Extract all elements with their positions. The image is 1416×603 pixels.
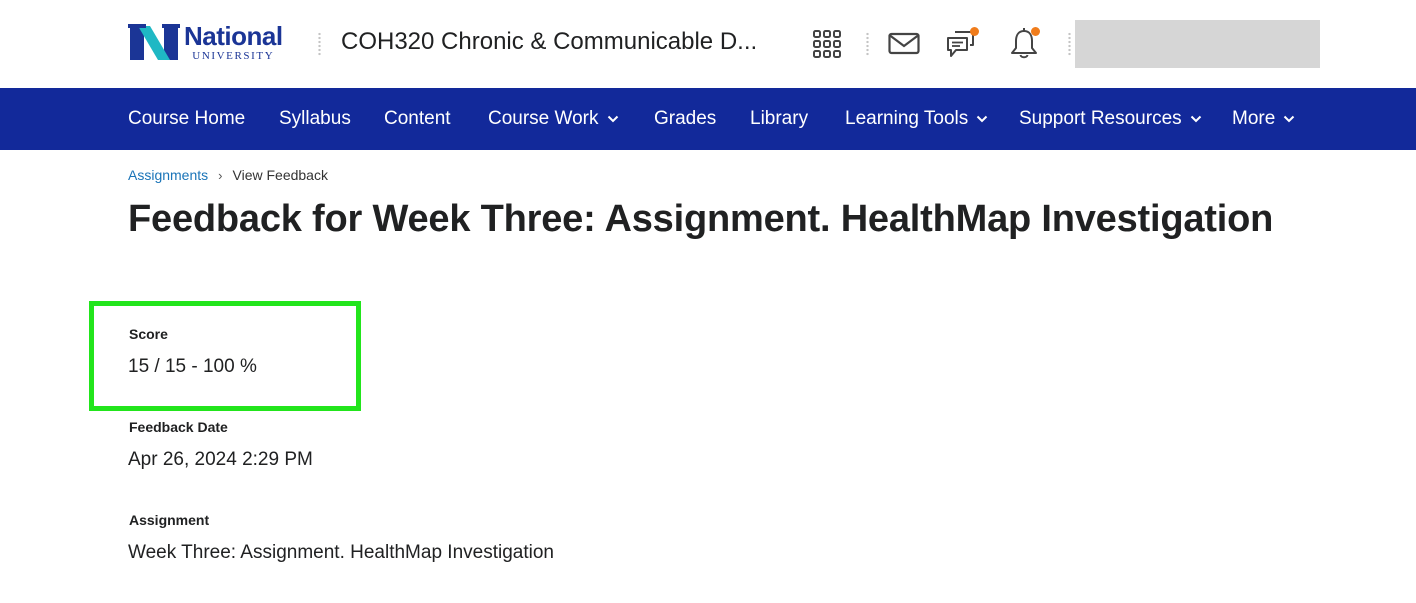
assignment-label: Assignment <box>129 512 210 528</box>
nav-label: More <box>1232 108 1276 129</box>
nav-label: Learning Tools <box>845 108 969 129</box>
logo-n-mark-icon <box>128 22 180 62</box>
notifications-button[interactable] <box>1004 24 1044 64</box>
nav-label: Grades <box>654 108 717 129</box>
breadcrumb-current: View Feedback <box>232 167 328 183</box>
top-header: National UNIVERSITY COH320 Chronic & Com… <box>0 0 1416 88</box>
score-value: 15 / 15 - 100 % <box>128 356 257 377</box>
chat-button[interactable] <box>943 24 983 64</box>
nav-label: Library <box>750 108 809 129</box>
page-title: Feedback for Week Three: Assignment. Hea… <box>128 198 1274 240</box>
nav-syllabus[interactable]: Syllabus <box>279 88 351 150</box>
chevron-down-icon <box>977 115 988 123</box>
course-navbar: Course Home Syllabus Content Course Work… <box>0 88 1416 150</box>
assignment-value: Week Three: Assignment. HealthMap Invest… <box>128 542 554 563</box>
divider <box>318 32 321 56</box>
logo-subtitle: UNIVERSITY <box>192 49 275 62</box>
chat-notification-badge <box>970 27 979 36</box>
course-title[interactable]: COH320 Chronic & Communicable D... <box>341 28 757 56</box>
nav-label: Course Home <box>128 108 246 129</box>
notification-badge <box>1031 27 1040 36</box>
divider <box>866 32 869 56</box>
nav-course-home[interactable]: Course Home <box>128 88 245 150</box>
chevron-down-icon <box>1190 115 1201 123</box>
nav-content[interactable]: Content <box>384 88 451 150</box>
nav-support-resources[interactable]: Support Resources <box>1019 88 1202 150</box>
nav-label: Syllabus <box>279 108 351 129</box>
feedback-date-label: Feedback Date <box>129 419 228 435</box>
nav-library[interactable]: Library <box>750 88 808 150</box>
user-profile-redacted[interactable] <box>1075 20 1320 68</box>
breadcrumb-assignments-link[interactable]: Assignments <box>128 167 208 183</box>
nav-label: Course Work <box>488 108 599 129</box>
nav-label: Support Resources <box>1019 108 1182 129</box>
score-label: Score <box>129 326 168 342</box>
apps-grid-icon <box>813 30 841 58</box>
mail-icon <box>888 32 920 55</box>
nav-course-work[interactable]: Course Work <box>488 88 619 150</box>
feedback-date-value: Apr 26, 2024 2:29 PM <box>128 449 313 470</box>
chevron-down-icon <box>607 115 618 123</box>
breadcrumb-separator-icon: › <box>218 167 223 183</box>
chevron-down-icon <box>1284 115 1295 123</box>
university-logo[interactable]: National UNIVERSITY <box>128 22 283 62</box>
divider <box>1068 32 1071 56</box>
nav-more[interactable]: More <box>1232 88 1295 150</box>
logo-name: National <box>184 20 283 51</box>
breadcrumb: Assignments › View Feedback <box>128 167 328 183</box>
nav-learning-tools[interactable]: Learning Tools <box>845 88 988 150</box>
nav-grades[interactable]: Grades <box>654 88 716 150</box>
nav-label: Content <box>384 108 451 129</box>
apps-grid-button[interactable] <box>807 24 847 64</box>
mail-button[interactable] <box>884 24 924 64</box>
